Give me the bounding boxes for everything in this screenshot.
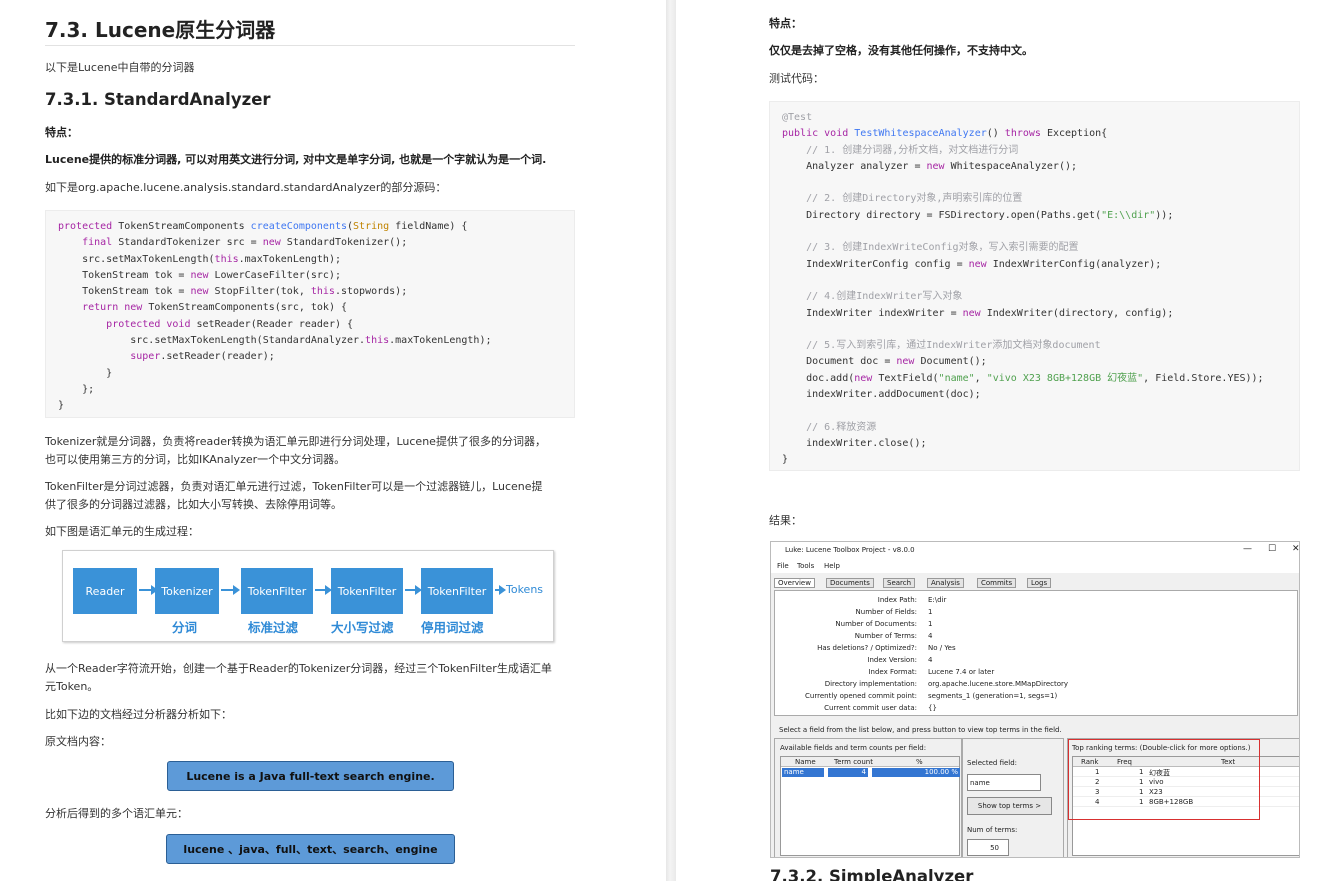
- tab-overview[interactable]: Overview: [774, 578, 815, 588]
- test-label: 测试代码：: [769, 72, 824, 85]
- maximize-icon[interactable]: ☐: [1268, 544, 1276, 554]
- paragraph-flow-2: 元Token。: [45, 680, 99, 693]
- units-text-box: lucene 、java、full、text、search、engine: [166, 834, 455, 864]
- overview-key: Number of Fields:: [855, 608, 917, 616]
- show-top-terms-button[interactable]: Show top terms >: [967, 797, 1052, 815]
- menu-tools[interactable]: Tools: [797, 562, 814, 570]
- paragraph-units: 分析后得到的多个语汇单元：: [45, 807, 188, 820]
- tab-documents[interactable]: Documents: [826, 578, 874, 588]
- code-block-whitespace: @Test public void TestWhitespaceAnalyzer(…: [769, 101, 1300, 471]
- intro-text: 以下是Lucene中自带的分词器: [45, 61, 195, 74]
- overview-value: 4: [928, 632, 933, 640]
- overview-key: Currently opened commit point:: [805, 692, 917, 700]
- fields-col-count[interactable]: Term count: [834, 758, 873, 766]
- field-hint: Select a field from the list below, and …: [779, 726, 1062, 734]
- flow-box-filter-1: TokenFilter: [241, 568, 313, 614]
- menu-file[interactable]: File: [777, 562, 789, 570]
- tab-analysis[interactable]: Analysis: [927, 578, 964, 588]
- field-name-cell: name: [782, 768, 824, 777]
- flow-arrow: [495, 585, 506, 595]
- overview-value: Lucene 7.4 or later: [928, 668, 995, 676]
- paragraph-original: 原文档内容：: [45, 735, 111, 748]
- flow-arrow: [139, 585, 158, 595]
- selected-field-panel: Selected field: name Show top terms > Nu…: [962, 738, 1064, 857]
- close-icon[interactable]: ✕: [1292, 544, 1299, 554]
- fields-panel: Available fields and term counts per fie…: [774, 738, 962, 857]
- luke-tabbar: Overview Documents Search Analysis Commi…: [771, 575, 1299, 588]
- overview-value: {}: [928, 704, 937, 712]
- tab-search[interactable]: Search: [883, 578, 916, 588]
- flow-box-reader: Reader: [73, 568, 137, 614]
- result-label: 结果：: [769, 514, 802, 527]
- field-percent-cell: 100.00 %: [872, 768, 960, 777]
- overview-key: Number of Documents:: [835, 620, 917, 628]
- paragraph-tokenizer-2: 也可以使用第三方的分词，比如IKAnalyzer一个中文分词器。: [45, 453, 346, 466]
- overview-key: Index Format:: [868, 668, 917, 676]
- flow-caption: 分词: [172, 620, 198, 635]
- num-terms-spinner[interactable]: 50: [967, 839, 1009, 856]
- num-terms-label: Num of terms:: [967, 826, 1018, 834]
- next-sub-heading: 7.3.2. SimpleAnalyzer: [770, 867, 974, 881]
- original-text-box: Lucene is a Java full-text search engine…: [167, 761, 454, 791]
- overview-value: 1: [928, 608, 933, 616]
- overview-key: Index Path:: [877, 596, 917, 604]
- tab-logs[interactable]: Logs: [1027, 578, 1052, 588]
- highlight-box: [1068, 739, 1260, 820]
- selected-field-input[interactable]: name: [967, 774, 1041, 791]
- tab-commits[interactable]: Commits: [977, 578, 1017, 588]
- overview-key: Index Version:: [867, 656, 917, 664]
- selected-field-label: Selected field:: [967, 759, 1018, 767]
- fields-label: Available fields and term counts per fie…: [780, 744, 927, 752]
- section-heading: 7.3. Lucene原生分词器: [45, 18, 276, 42]
- minimize-icon[interactable]: —: [1243, 544, 1252, 554]
- overview-value: E:\dir: [928, 596, 947, 604]
- menu-help[interactable]: Help: [824, 562, 840, 570]
- feature-label-right: 特点：: [769, 17, 802, 30]
- feature-label: 特点：: [45, 126, 78, 139]
- field-count-cell: 4: [828, 768, 868, 777]
- luke-window-title: Luke: Lucene Toolbox Project - v8.0.0: [785, 546, 915, 554]
- source-intro: 如下是org.apache.lucene.analysis.standard.s…: [45, 181, 447, 194]
- feature-text: Lucene提供的标准分词器, 可以对用英文进行分词, 对中文是单字分词, 也就…: [45, 153, 547, 166]
- flow-arrow: [221, 585, 240, 595]
- flow-arrow: [315, 585, 332, 595]
- overview-value: 4: [928, 656, 933, 664]
- paragraph-filter-2: 供了很多的分词器过滤器，比如大小写转换、去除停用词等。: [45, 498, 342, 511]
- overview-value: 1: [928, 620, 933, 628]
- overview-key: Current commit user data:: [824, 704, 917, 712]
- luke-menubar: File Tools Help: [771, 559, 1299, 573]
- flow-box-tokenizer: Tokenizer: [155, 568, 219, 614]
- paragraph-filter-1: TokenFilter是分词过滤器，负责对语汇单元进行过滤，TokenFilte…: [45, 480, 543, 493]
- overview-value: segments_1 (generation=1, segs=1): [928, 692, 1058, 700]
- sub-heading: 7.3.1. StandardAnalyzer: [45, 90, 271, 109]
- flow-box-filter-2: TokenFilter: [331, 568, 403, 614]
- fields-col-name[interactable]: Name: [795, 758, 816, 766]
- flow-box-filter-3: TokenFilter: [421, 568, 493, 614]
- flow-tokens-label: Tokens: [506, 583, 544, 596]
- overview-value: org.apache.lucene.store.MMapDirectory: [928, 680, 1069, 688]
- flow-caption: 标准过滤: [248, 620, 299, 635]
- overview-key: Directory implementation:: [824, 680, 917, 688]
- paragraph-tokenizer-1: Tokenizer就是分词器，负责将reader转换为语汇单元即进行分词处理，L…: [45, 435, 546, 448]
- flow-caption: 大小写过滤: [331, 620, 394, 635]
- token-flow-diagram: Reader Tokenizer TokenFilter TokenFilter…: [62, 550, 554, 642]
- overview-key: Has deletions? / Optimized?:: [817, 644, 917, 652]
- fields-row[interactable]: name 4 100.00 %: [781, 768, 960, 777]
- page-gutter: [666, 0, 676, 881]
- feature-text-right: 仅仅是去掉了空格，没有其他任何操作，不支持中文。: [769, 44, 1033, 57]
- overview-key: Number of Terms:: [854, 632, 917, 640]
- code-block-standard: protected TokenStreamComponents createCo…: [45, 210, 575, 418]
- paragraph-example: 比如下边的文档经过分析器分析如下：: [45, 708, 232, 721]
- overview-value: No / Yes: [928, 644, 956, 652]
- paragraph-diagram: 如下图是语汇单元的生成过程：: [45, 525, 199, 538]
- paragraph-flow-1: 从一个Reader字符流开始，创建一个基于Reader的Tokenizer分词器…: [45, 662, 552, 675]
- overview-panel: Index Path: E:\dir Number of Fields: 1 Num…: [774, 590, 1298, 716]
- heading-rule: [45, 45, 575, 46]
- flow-caption: 停用词过滤: [421, 620, 484, 635]
- flow-arrow: [405, 585, 422, 595]
- fields-table: Name Term count % name 4 100.00 %: [780, 756, 960, 856]
- luke-screenshot: Luke: Lucene Toolbox Project - v8.0.0 — …: [770, 541, 1300, 858]
- fields-col-percent[interactable]: %: [916, 758, 923, 766]
- luke-titlebar: Luke: Lucene Toolbox Project - v8.0.0 — …: [771, 542, 1299, 559]
